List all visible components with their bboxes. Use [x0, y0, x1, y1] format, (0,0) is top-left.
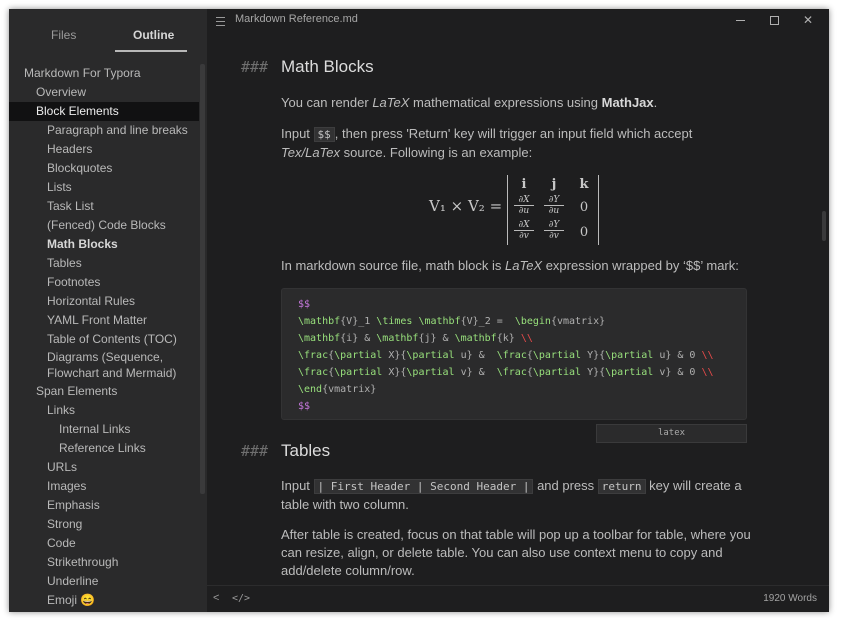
inline-code-dollars: $$: [313, 127, 335, 142]
matrix-cell: 0: [579, 225, 589, 240]
outline-item-paragraph[interactable]: Paragraph and line breaks: [9, 121, 199, 140]
math-block-rendered[interactable]: V₁ × V₂ = i j k ∂X ∂u ∂Y ∂u 0 ∂X ∂v ∂Y ∂v 0: [429, 175, 609, 245]
matrix-fraction: ∂X ∂v: [509, 220, 539, 241]
heading-marker: ###: [241, 442, 269, 460]
maximize-button[interactable]: [765, 11, 783, 29]
hamburger-menu-icon[interactable]: [216, 14, 226, 26]
code-line: \mathbf{V}_1 \times \mathbf{V}_2 = \begi…: [298, 316, 606, 327]
matrix-fraction: ∂Y ∂u: [539, 195, 569, 216]
outline-item-reference-links[interactable]: Reference Links: [9, 439, 199, 458]
paragraph-math-intro: You can render LaTeX mathematical expres…: [281, 95, 658, 110]
minimize-button[interactable]: [731, 11, 749, 29]
outline-item-emoji[interactable]: Emoji 😄: [9, 591, 199, 610]
content-scrollbar[interactable]: [822, 211, 826, 241]
outline-item-footnotes[interactable]: Footnotes: [9, 273, 199, 292]
outline-item-lists[interactable]: Lists: [9, 178, 199, 197]
word-count[interactable]: 1920 Words: [763, 593, 817, 604]
outline-item-horizontal-rules[interactable]: Horizontal Rules: [9, 292, 199, 311]
sidebar-tabs: Files Outline: [9, 9, 207, 57]
code-language-input[interactable]: latex: [596, 424, 747, 443]
matrix-fraction: ∂Y ∂v: [539, 220, 569, 241]
minimize-icon: [735, 20, 745, 21]
heading-tables: Tables: [281, 441, 331, 460]
matrix-cell: i: [521, 177, 527, 192]
math-lhs: V₁ × V₂ =: [429, 197, 503, 215]
outline-item-headers[interactable]: Headers: [9, 140, 199, 159]
source-mode-icon[interactable]: </>: [232, 593, 250, 604]
inline-code-return: return: [597, 479, 646, 494]
heading-math-blocks: Math Blocks: [281, 57, 374, 76]
matrix-cell: k: [579, 177, 589, 192]
title-bar: Markdown Reference.md ✕: [207, 9, 829, 31]
outline-item-span-elements[interactable]: Span Elements: [9, 382, 199, 401]
close-icon: ✕: [802, 13, 814, 27]
editor-pane: Markdown Reference.md ✕ ### Math Blocks …: [207, 9, 829, 612]
outline-item-code[interactable]: Code: [9, 534, 199, 553]
outline-item-overview[interactable]: Overview: [9, 83, 199, 102]
code-line: \frac{\partial X}{\partial u} & \frac{\p…: [298, 350, 714, 361]
outline-item-strong[interactable]: Strong: [9, 515, 199, 534]
typora-window: Files Outline Markdown For Typora Overvi…: [9, 9, 829, 612]
code-line: $$: [298, 299, 311, 310]
heading-marker: ###: [241, 58, 269, 76]
outline-item-yaml[interactable]: YAML Front Matter: [9, 311, 199, 330]
outline-item-blockquotes[interactable]: Blockquotes: [9, 159, 199, 178]
matrix-cell: j: [551, 177, 557, 192]
window-title: Markdown Reference.md: [235, 13, 358, 25]
outline-item-strikethrough[interactable]: Strikethrough: [9, 553, 199, 572]
outline-item-urls[interactable]: URLs: [9, 458, 199, 477]
code-line: \end{vmatrix}: [298, 384, 377, 395]
toggle-sidebar-icon[interactable]: <: [213, 592, 219, 604]
outline-item-internal-links[interactable]: Internal Links: [9, 420, 199, 439]
outline-item-block-elements[interactable]: Block Elements: [9, 102, 199, 121]
outline-item-task-list[interactable]: Task List: [9, 197, 199, 216]
math-matrix: i j k ∂X ∂u ∂Y ∂u 0 ∂X ∂v ∂Y ∂v 0: [507, 175, 599, 245]
outline-item-emphasis[interactable]: Emphasis: [9, 496, 199, 515]
inline-code-table-header: | First Header | Second Header |: [313, 479, 534, 494]
matrix-fraction: ∂X ∂u: [509, 195, 539, 216]
maximize-icon: [769, 16, 779, 25]
active-tab-indicator: [115, 50, 187, 52]
code-block[interactable]: $$ \mathbf{V}_1 \times \mathbf{V}_2 = \b…: [281, 288, 747, 420]
outline-item-code-blocks[interactable]: (Fenced) Code Blocks: [9, 216, 199, 235]
paragraph-math-input: Input $$, then press 'Return' key will t…: [281, 126, 693, 160]
sidebar-scrollbar[interactable]: [200, 64, 205, 494]
sidebar: Files Outline Markdown For Typora Overvi…: [9, 9, 207, 612]
paragraph-tables-input: Input | First Header | Second Header | a…: [281, 478, 742, 512]
outline-item-tables[interactable]: Tables: [9, 254, 199, 273]
outline-item-underline[interactable]: Underline: [9, 572, 199, 591]
document-content[interactable]: ### Math Blocks You can render LaTeX mat…: [207, 31, 829, 583]
outline-item-images[interactable]: Images: [9, 477, 199, 496]
outline-item-links[interactable]: Links: [9, 401, 199, 420]
paragraph-tables-toolbar: After table is created, focus on that ta…: [281, 527, 751, 578]
tab-files[interactable]: Files: [51, 28, 76, 42]
outline-item-markdown-for-typora[interactable]: Markdown For Typora: [9, 64, 199, 83]
code-line: \mathbf{i} & \mathbf{j} & \mathbf{k} \\: [298, 333, 533, 344]
code-line: \frac{\partial X}{\partial v} & \frac{\p…: [298, 367, 714, 378]
status-bar: < </> 1920 Words: [207, 585, 829, 612]
outline-item-math-blocks[interactable]: Math Blocks: [9, 235, 199, 254]
paragraph-math-source: In markdown source file, math block is L…: [281, 258, 739, 273]
outline-item-diagrams[interactable]: Diagrams (Sequence, Flowchart and Mermai…: [9, 347, 199, 381]
close-button[interactable]: ✕: [799, 11, 817, 29]
code-line: $$: [298, 401, 311, 412]
tab-outline[interactable]: Outline: [133, 28, 174, 42]
matrix-cell: 0: [579, 200, 589, 215]
